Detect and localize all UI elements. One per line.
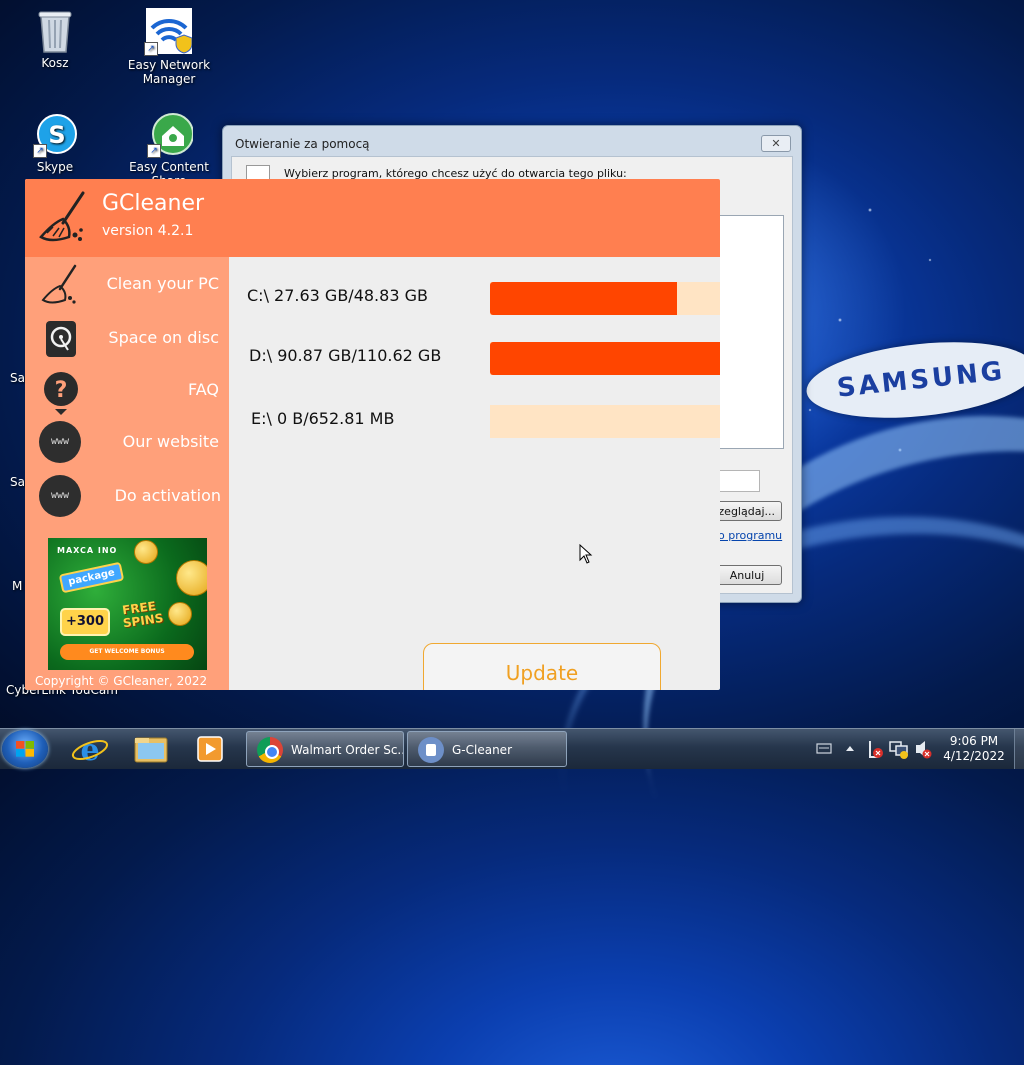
ad-brand: MAXCA INO (57, 546, 118, 555)
desktop-icon-label: Skype (36, 160, 74, 174)
drive-e-label: E:\ 0 B/652.81 MB (251, 409, 395, 428)
svg-text:e: e (80, 733, 99, 766)
www-icon-text: www (39, 475, 81, 517)
clock-time: 9:06 PM (949, 734, 999, 748)
ad-free-spins: FREE SPINS (121, 598, 165, 631)
action-center-icon[interactable] (869, 741, 883, 758)
dialog-title: Otwieranie za pomocą (235, 137, 370, 151)
pinned-media-player[interactable] (182, 732, 238, 766)
program-list[interactable] (712, 215, 784, 449)
www-icon-text: www (39, 421, 81, 463)
windows-explorer-icon (134, 737, 168, 763)
www-icon: www (39, 475, 83, 519)
media-player-icon (197, 736, 223, 762)
coin-icon (176, 560, 207, 596)
hard-disk-icon (39, 317, 83, 361)
taskbar-clock[interactable]: 9:06 PM 4/12/2022 (936, 734, 1012, 764)
nav-item-space-on-disc[interactable]: Space on disc (25, 313, 229, 365)
nav-item-faq[interactable]: ? FAQ (25, 365, 229, 417)
broom-logo-icon (37, 189, 93, 247)
ad-bonus-amount: +300 (60, 608, 110, 636)
desktop-icon-easy-network-manager[interactable]: ↗ Easy Network Manager (114, 8, 224, 86)
drive-c-usage-fill (490, 282, 678, 315)
shortcut-arrow-icon: ↗ (147, 144, 161, 158)
nav-label: Space on disc (108, 328, 219, 347)
dialog-close-button[interactable]: ✕ (761, 135, 791, 152)
drive-d-usage-bar (490, 342, 720, 375)
nav-item-our-website[interactable]: www Our website (25, 417, 229, 469)
pinned-windows-explorer[interactable] (123, 732, 179, 766)
desktop-icon-easy-content-share[interactable]: ↗ Easy Content Share (114, 112, 224, 188)
mouse-cursor-icon (579, 543, 593, 567)
app-title: GCleaner (102, 191, 205, 216)
nav-label: Our website (122, 432, 219, 451)
nav-item-clean-your-pc[interactable]: Clean your PC (25, 259, 229, 311)
desktop-icon-label: Easy Network Manager (127, 58, 211, 86)
system-tray (814, 729, 934, 769)
taskbar-button-label: G-Cleaner (452, 743, 512, 757)
shortcut-arrow-icon: ↗ (33, 144, 47, 158)
desktop-icon-label-partial[interactable]: Sa (10, 371, 25, 385)
skype-icon: S ↗ (33, 112, 77, 158)
nav-label: Do activation (114, 486, 221, 505)
www-icon: www (39, 421, 83, 465)
shortcut-arrow-icon: ↗ (144, 42, 158, 56)
cancel-button[interactable]: Anuluj (712, 565, 782, 585)
recycle-bin-icon (35, 8, 75, 53)
show-hidden-icons-icon[interactable] (846, 746, 854, 751)
volume-muted-icon[interactable] (916, 741, 932, 759)
drive-d-usage-fill (490, 342, 720, 375)
taskbar-button-label: Walmart Order Sc... (291, 743, 404, 757)
desktop-icon-label-partial[interactable]: M (12, 579, 22, 593)
drive-c-label: C:\ 27.63 GB/48.83 GB (247, 286, 428, 305)
taskbar-button-gcleaner[interactable]: G-Cleaner (407, 731, 567, 767)
svg-text:?: ? (55, 378, 68, 403)
nav-label: Clean your PC (106, 274, 219, 293)
copyright-text: Copyright © GCleaner, 2022 (35, 674, 208, 688)
app-version: version 4.2.1 (102, 223, 194, 239)
content-share-icon: ↗ (147, 112, 194, 158)
casino-ad-banner[interactable]: MAXCA INO package +300 FREE SPINS GET WE… (48, 538, 207, 670)
update-button[interactable]: Update (423, 643, 661, 690)
drive-c-usage-bar (490, 282, 720, 315)
internet-explorer-icon: e (71, 733, 109, 768)
clock-date: 4/12/2022 (943, 749, 1005, 763)
coin-icon (134, 540, 158, 564)
nav-item-do-activation[interactable]: www Do activation (25, 471, 229, 523)
start-button[interactable] (2, 730, 48, 768)
desktop-icon-label: Kosz (41, 56, 69, 70)
ad-package-label: package (58, 561, 125, 594)
chrome-icon (257, 737, 283, 763)
desktop-icon-label-partial[interactable]: Sa (10, 475, 25, 489)
gcleaner-window: GCleaner version 4.2.1 Clean your PC Spa… (25, 179, 720, 690)
taskbar-button-walmart[interactable]: Walmart Order Sc... (246, 731, 404, 767)
desktop-icon-skype[interactable]: S ↗ Skype (0, 112, 110, 174)
ad-cta-button[interactable]: GET WELCOME BONUS (60, 644, 194, 660)
windows-logo-icon (16, 741, 34, 757)
pinned-internet-explorer[interactable]: e (62, 732, 118, 768)
keyboard-icon[interactable] (816, 743, 832, 754)
desktop-icon-recycle-bin[interactable]: Kosz (0, 8, 110, 70)
taskbar: e Walmart Order Sc... G-Cleaner 9:06 PM … (0, 728, 1024, 769)
drive-e-usage-bar (490, 405, 720, 438)
broom-icon (39, 263, 83, 307)
browse-button[interactable]: zeglądaj... (712, 501, 782, 521)
gcleaner-sidebar: Clean your PC Space on disc ? FAQ www Ou… (25, 257, 229, 690)
gcleaner-icon (418, 737, 444, 763)
drive-d-label: D:\ 90.87 GB/110.62 GB (249, 346, 442, 365)
wifi-icon: ↗ (144, 8, 193, 56)
gcleaner-header: GCleaner version 4.2.1 (25, 179, 720, 257)
coin-icon (168, 602, 192, 626)
svg-text:S: S (48, 121, 65, 149)
show-desktop-button[interactable] (1014, 729, 1024, 769)
network-icon[interactable] (889, 741, 908, 759)
samsung-logo-text: SAMSUNG (835, 356, 1007, 404)
program-info-link[interactable]: o programu (718, 529, 782, 542)
question-icon: ? (39, 369, 83, 415)
nav-label: FAQ (188, 380, 219, 399)
